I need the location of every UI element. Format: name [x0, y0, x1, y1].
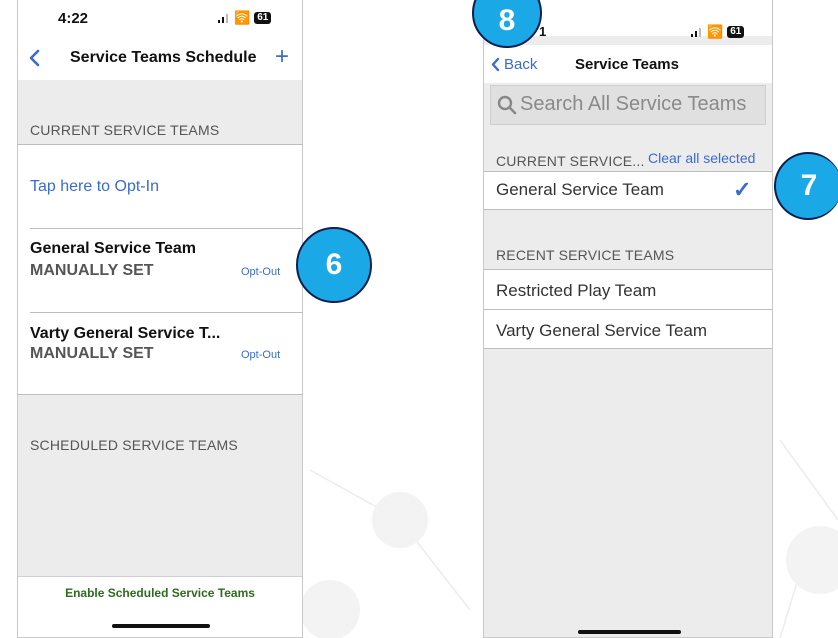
recent-teams-list: Restricted Play Team Varty General Servi…: [484, 270, 772, 348]
search-placeholder: Search All Service Teams: [520, 93, 747, 115]
wifi-icon: 🛜: [707, 24, 724, 39]
search-area: Search All Service Teams: [484, 83, 772, 137]
add-button[interactable]: +: [275, 43, 289, 71]
team-status: MANUALLY SET: [30, 262, 154, 279]
enable-scheduled-button[interactable]: Enable Scheduled Service Teams: [18, 586, 302, 600]
recent-teams-header: RECENT SERVICE TEAMS: [496, 247, 675, 263]
scheduled-teams-header: SCHEDULED SERVICE TEAMS: [30, 437, 238, 453]
right-phone-screen: 1 🛜 61 Back Service Teams Search All Ser…: [483, 0, 773, 638]
nav-bar: Service Teams Schedule +: [18, 36, 302, 80]
checkmark-icon: ✓: [733, 177, 752, 202]
status-bar: 4:22 🛜 61: [18, 0, 302, 36]
battery-icon: 61: [254, 12, 272, 24]
signal-icon: [218, 13, 230, 23]
status-time: 1: [539, 24, 547, 39]
search-icon: [497, 95, 517, 115]
divider: [484, 209, 772, 210]
divider: [18, 394, 302, 395]
chevron-left-icon[interactable]: [28, 49, 40, 67]
signal-icon: [691, 27, 703, 37]
clear-all-selected-button[interactable]: Clear all selected: [648, 150, 755, 166]
divider: [30, 228, 302, 229]
status-icons: 🛜 61: [218, 10, 272, 26]
back-button[interactable]: Back: [504, 56, 537, 73]
callout-badge-7: 7: [774, 152, 838, 220]
nav-bar: Back Service Teams: [484, 45, 772, 83]
team-name: Varty General Service T...: [30, 325, 221, 342]
opt-out-button[interactable]: Opt-Out: [241, 349, 280, 361]
opt-in-link[interactable]: Tap here to Opt-In: [30, 178, 159, 196]
list-item[interactable]: Restricted Play Team: [496, 281, 656, 301]
battery-icon: 61: [727, 26, 745, 38]
current-teams-header: CURRENT SERVICE TEAMS: [30, 122, 220, 138]
status-time: 4:22: [58, 10, 89, 27]
divider: [484, 348, 772, 349]
wifi-icon: 🛜: [234, 10, 251, 25]
page-title: Service Teams Schedule: [70, 49, 257, 66]
page-title: Service Teams: [575, 56, 679, 73]
left-phone-screen: 4:22 🛜 61 Service Teams Schedule + CURRE…: [17, 0, 303, 638]
bottom-toolbar: Enable Scheduled Service Teams: [18, 576, 302, 637]
home-indicator: [112, 624, 210, 628]
home-indicator: [578, 630, 681, 634]
list-item[interactable]: Varty General Service Team: [496, 321, 707, 341]
opt-out-button[interactable]: Opt-Out: [241, 266, 280, 278]
status-icons: 🛜 61: [691, 24, 745, 40]
team-name: General Service Team: [496, 180, 664, 199]
list-item[interactable]: General Service Team ✓: [484, 172, 772, 209]
chevron-left-icon[interactable]: [490, 57, 500, 72]
team-name: General Service Team: [30, 240, 197, 257]
search-input[interactable]: Search All Service Teams: [490, 85, 766, 125]
divider: [30, 312, 302, 313]
team-status: MANUALLY SET: [30, 345, 154, 362]
divider: [484, 309, 772, 310]
callout-badge-6: 6: [296, 227, 372, 303]
current-teams-list: Tap here to Opt-In General Service Team …: [18, 145, 302, 394]
